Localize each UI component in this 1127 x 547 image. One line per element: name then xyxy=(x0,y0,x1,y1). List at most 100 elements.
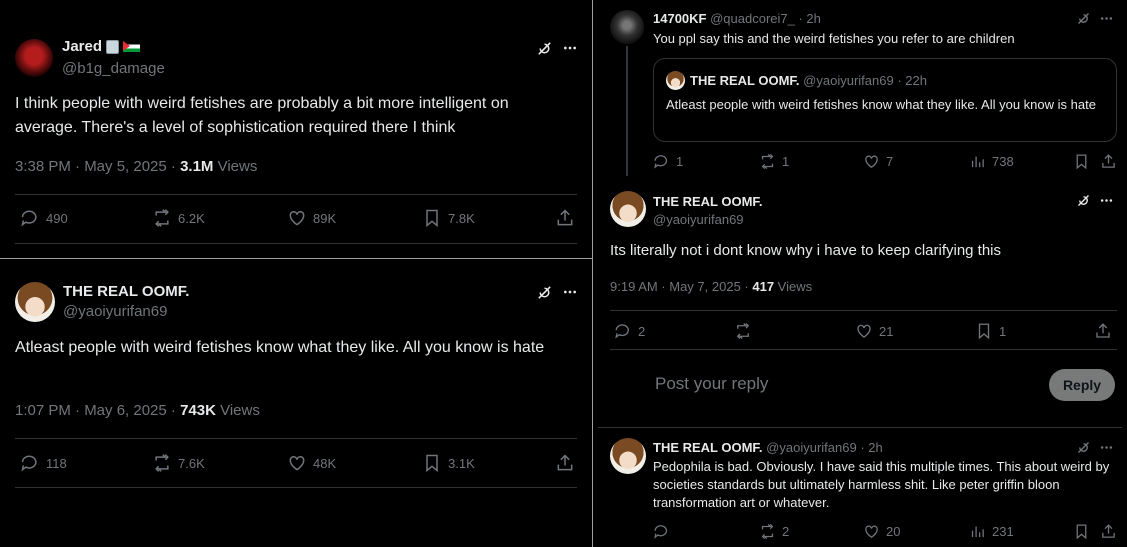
avatar[interactable] xyxy=(15,39,53,77)
reply-button[interactable]: Reply xyxy=(1049,369,1115,401)
repost-button[interactable] xyxy=(734,322,752,340)
reply-button[interactable]: 2 xyxy=(614,322,645,340)
heart-icon xyxy=(865,155,878,168)
author-name[interactable]: 14700KF xyxy=(653,11,706,26)
grok-icon[interactable] xyxy=(536,40,553,57)
reply-button[interactable]: 490 xyxy=(20,208,68,228)
more-icon[interactable] xyxy=(562,284,578,300)
author-name[interactable]: THE REAL OOMF. xyxy=(63,283,189,300)
repost-count: 7.6K xyxy=(178,455,205,471)
bookmark-icon xyxy=(426,454,438,473)
reply-input[interactable]: Post your reply xyxy=(655,374,768,394)
more-icon[interactable] xyxy=(1099,11,1114,26)
reply-button[interactable]: 1 xyxy=(653,153,683,170)
reply-button[interactable] xyxy=(653,523,670,540)
heart-icon xyxy=(289,210,305,226)
author-handle[interactable]: @yaoiyurifan69 xyxy=(63,303,167,320)
quote-text: Atleast people with weird fetishes know … xyxy=(666,97,1096,112)
heart-icon xyxy=(289,455,305,471)
repost-icon xyxy=(736,323,750,339)
reply-count: 490 xyxy=(46,210,68,226)
post-text: Atleast people with weird fetishes know … xyxy=(15,339,545,356)
like-button[interactable]: 89K xyxy=(287,208,336,228)
thread-line xyxy=(626,46,628,176)
post-text: Its literally not i dont know why i have… xyxy=(610,242,1002,259)
author-handle[interactable]: @b1g_damage xyxy=(62,60,165,77)
reply-button[interactable]: 118 xyxy=(20,453,67,473)
bookmark-button[interactable]: 3.1K xyxy=(422,453,475,473)
heart-icon xyxy=(865,525,878,538)
share-icon[interactable] xyxy=(1100,523,1117,540)
author-handle[interactable]: @yaoiyurifan69 xyxy=(653,212,744,227)
grok-icon[interactable] xyxy=(536,284,553,301)
more-icon[interactable] xyxy=(1099,440,1114,455)
avatar[interactable] xyxy=(610,191,646,227)
timestamp: · 22h xyxy=(893,73,927,88)
timestamp[interactable]: 3:38 PM · May 5, 2025 · xyxy=(15,158,180,175)
share-icon[interactable] xyxy=(555,208,575,228)
like-count: 21 xyxy=(879,323,894,339)
like-button[interactable]: 7 xyxy=(863,153,893,170)
grok-icon[interactable] xyxy=(1076,440,1091,455)
divider xyxy=(15,487,577,488)
left-panel: Jared @b1g_damage I think people with we… xyxy=(0,0,592,547)
right-panel: 14700KF @quadcorei7_ · 2h You ppl say th… xyxy=(593,0,1127,547)
grok-icon[interactable] xyxy=(1076,11,1091,26)
more-icon[interactable] xyxy=(1099,193,1114,208)
views-button[interactable]: 738 xyxy=(969,153,1014,170)
repost-icon xyxy=(761,523,774,540)
heart-icon xyxy=(857,324,871,338)
mug-emoji-icon xyxy=(106,39,120,54)
repost-button[interactable]: 7.6K xyxy=(152,453,205,473)
repost-count: 6.2K xyxy=(178,210,205,226)
share-icon[interactable] xyxy=(555,453,575,473)
like-count: 89K xyxy=(313,210,337,226)
author-name[interactable]: THE REAL OOMF. xyxy=(653,440,763,455)
bookmark-icon[interactable] xyxy=(1073,153,1090,170)
author-name[interactable]: Jared xyxy=(62,38,102,55)
panel-separator xyxy=(0,258,592,259)
author-handle[interactable]: @yaoiyurifan69 xyxy=(766,440,857,455)
repost-icon xyxy=(155,209,169,227)
post-text: You ppl say this and the weird fetishes … xyxy=(653,31,1015,46)
reply-icon xyxy=(654,155,668,169)
timestamp[interactable]: · 2h xyxy=(795,11,820,26)
bookmark-count: 7.8K xyxy=(448,210,475,226)
author-handle[interactable]: @quadcorei7_ xyxy=(710,11,795,26)
timestamp[interactable]: 9:19 AM · May 7, 2025 · xyxy=(610,279,752,294)
like-button[interactable]: 21 xyxy=(855,322,893,340)
repost-icon xyxy=(761,153,774,170)
author-name: THE REAL OOMF. xyxy=(690,73,800,88)
flag-emoji-icon xyxy=(123,41,141,52)
post-meta: 9:19 AM · May 7, 2025 · 417 Views xyxy=(610,279,812,294)
bookmark-count: 3.1K xyxy=(448,455,475,471)
post-text: I think people with weird fetishes are p… xyxy=(15,95,509,136)
divider xyxy=(15,194,577,195)
timestamp[interactable]: · 2h xyxy=(857,440,882,455)
share-icon[interactable] xyxy=(1094,322,1112,340)
like-button[interactable]: 20 xyxy=(863,523,900,540)
reply-icon xyxy=(21,210,37,227)
repost-button[interactable]: 6.2K xyxy=(152,208,205,228)
repost-button[interactable]: 1 xyxy=(759,153,789,170)
views-button[interactable]: 231 xyxy=(969,523,1014,540)
timestamp[interactable]: 1:07 PM · May 6, 2025 · xyxy=(15,402,180,419)
share-icon[interactable] xyxy=(1100,153,1117,170)
bookmark-button[interactable]: 1 xyxy=(975,322,1006,340)
divider xyxy=(15,438,577,439)
bookmark-icon[interactable] xyxy=(1073,523,1090,540)
view-count: 3.1M xyxy=(180,158,214,175)
reply-count: 1 xyxy=(676,154,684,169)
avatar xyxy=(666,71,685,90)
avatar[interactable] xyxy=(610,10,644,44)
avatar[interactable] xyxy=(610,438,646,474)
grok-icon[interactable] xyxy=(1076,193,1091,208)
quote-card[interactable]: THE REAL OOMF. @yaoiyurifan69 · 22h Atle… xyxy=(653,58,1117,142)
like-button[interactable]: 48K xyxy=(287,453,336,473)
bookmark-button[interactable]: 7.8K xyxy=(422,208,475,228)
more-icon[interactable] xyxy=(562,40,578,56)
avatar[interactable] xyxy=(15,282,55,322)
repost-button[interactable]: 2 xyxy=(759,523,789,540)
analytics-icon xyxy=(971,156,984,168)
author-name[interactable]: THE REAL OOMF. xyxy=(653,194,763,209)
